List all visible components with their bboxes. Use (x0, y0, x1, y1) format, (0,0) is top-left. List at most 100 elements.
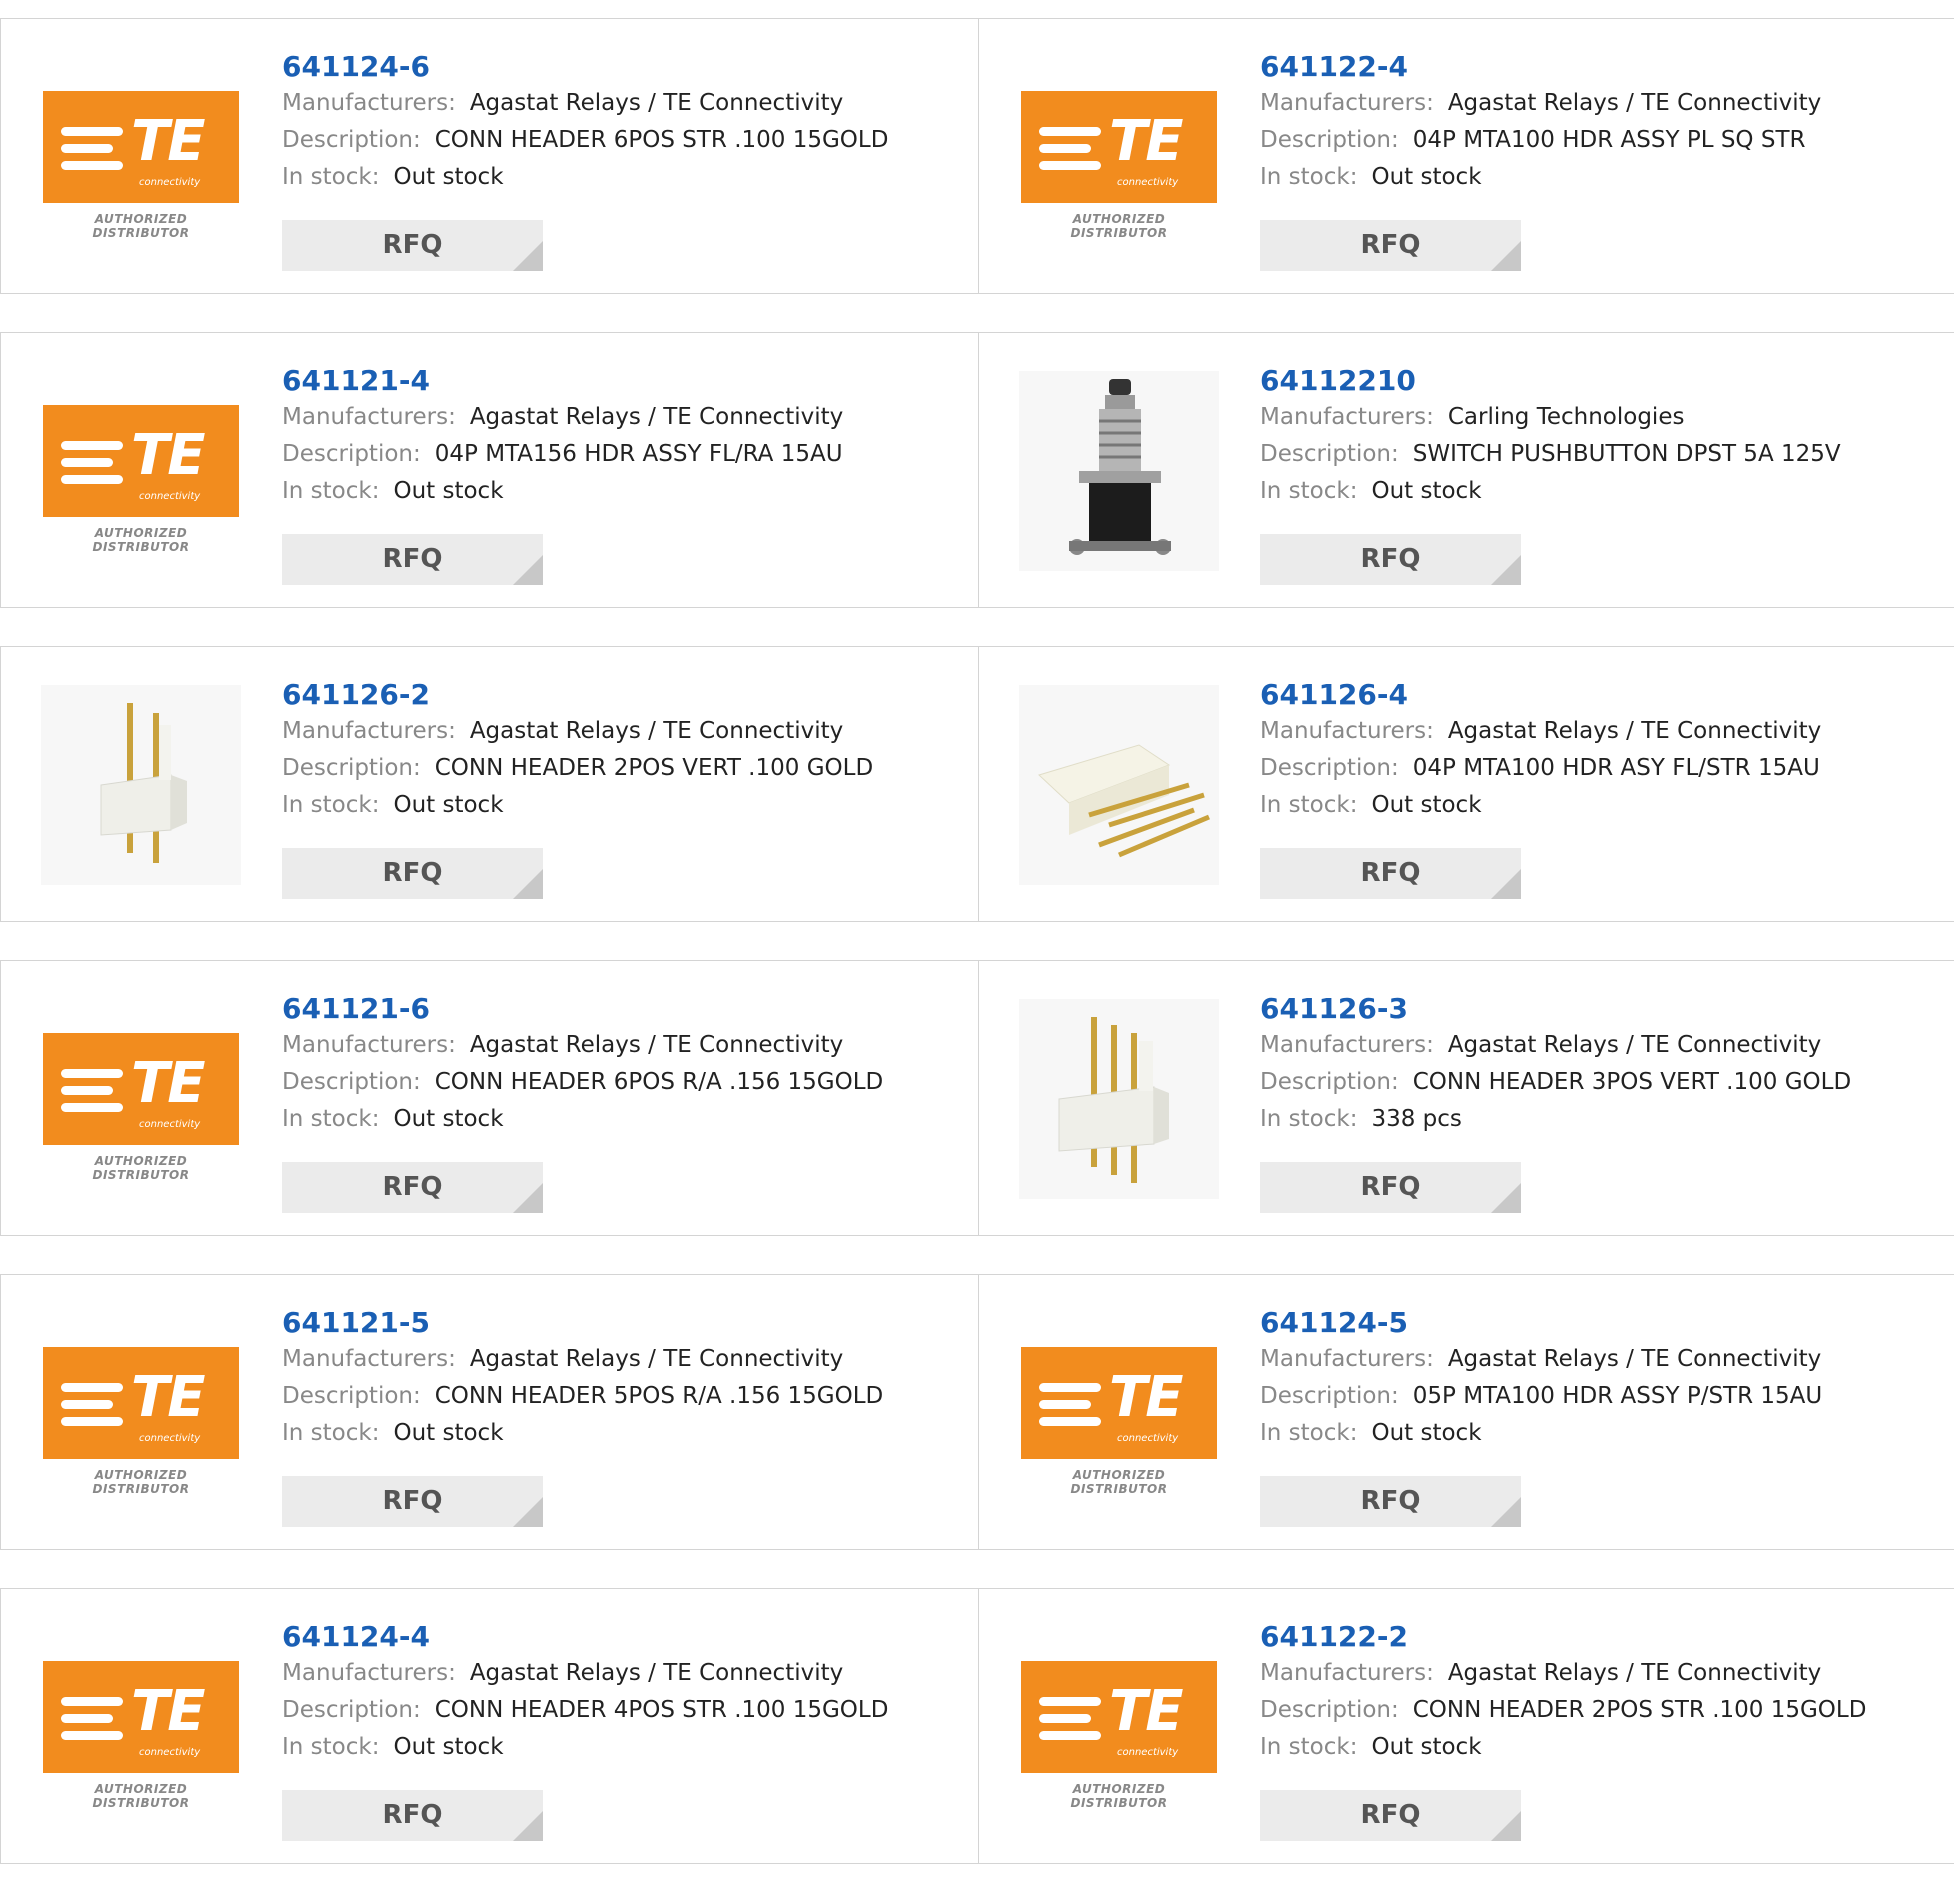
part-number-link[interactable]: 641124-4 (282, 1619, 942, 1655)
rfq-button[interactable]: RFQ (1260, 1162, 1521, 1213)
part-number-link[interactable]: 641126-4 (1260, 677, 1920, 713)
rfq-button[interactable]: RFQ (1260, 1790, 1521, 1841)
product-info: 641126-4 Manufacturers: Agastat Relays / … (1260, 677, 1920, 824)
product-thumbnail[interactable] (41, 685, 241, 885)
product-thumbnail[interactable]: TE connectivity AUTHORIZED DISTRIBUTOR (41, 57, 241, 257)
product-card: 641126-3 Manufacturers: Agastat Relays / … (979, 961, 1954, 1235)
te-wordmark: TE (131, 423, 205, 488)
manufacturer-line: Manufacturers: Agastat Relays / TE Connec… (282, 713, 942, 750)
corner-fold-icon (513, 1497, 543, 1527)
product-thumbnail[interactable]: TE connectivity AUTHORIZED DISTRIBUTOR (41, 371, 241, 571)
te-logo-bars (61, 441, 123, 492)
part-number-link[interactable]: 641124-5 (1260, 1305, 1920, 1341)
manufacturer-value: Agastat Relays / TE Connectivity (469, 90, 844, 116)
manufacturer-label: Manufacturers: (282, 404, 456, 430)
stock-label: In stock: (282, 1106, 380, 1132)
te-connectivity-logo: TE connectivity AUTHORIZED DISTRIBUTOR (41, 1627, 241, 1827)
manufacturer-line: Manufacturers: Agastat Relays / TE Connec… (1260, 85, 1920, 122)
corner-fold-icon (1491, 1497, 1521, 1527)
description-label: Description: (1260, 441, 1399, 467)
rfq-button[interactable]: RFQ (1260, 220, 1521, 271)
part-number-link[interactable]: 641126-3 (1260, 991, 1920, 1027)
product-info: 641124-4 Manufacturers: Agastat Relays / … (282, 1619, 942, 1766)
te-connectivity-logo: TE connectivity AUTHORIZED DISTRIBUTOR (41, 1313, 241, 1513)
te-wordmark: TE (131, 1679, 205, 1744)
rfq-button[interactable]: RFQ (1260, 534, 1521, 585)
te-wordmark: TE (1109, 1365, 1183, 1430)
product-card: 641126-2 Manufacturers: Agastat Relays / … (0, 647, 979, 921)
rfq-button[interactable]: RFQ (282, 220, 543, 271)
rfq-label: RFQ (382, 230, 443, 260)
rfq-button[interactable]: RFQ (1260, 848, 1521, 899)
manufacturer-line: Manufacturers: Agastat Relays / TE Connec… (1260, 1341, 1920, 1378)
description-value: CONN HEADER 3POS VERT .100 GOLD (1412, 1069, 1852, 1095)
rfq-button[interactable]: RFQ (282, 534, 543, 585)
product-card: TE connectivity AUTHORIZED DISTRIBUTOR 6… (979, 1275, 1954, 1549)
description-line: Description: 04P MTA100 HDR ASSY PL SQ ST… (1260, 122, 1920, 159)
te-connectivity-logo: TE connectivity AUTHORIZED DISTRIBUTOR (41, 371, 241, 571)
product-thumbnail[interactable]: TE connectivity AUTHORIZED DISTRIBUTOR (41, 1627, 241, 1827)
corner-fold-icon (1491, 1183, 1521, 1213)
rfq-label: RFQ (1360, 1800, 1421, 1830)
te-wordmark: TE (131, 1365, 205, 1430)
rfq-button[interactable]: RFQ (282, 1790, 543, 1841)
product-thumbnail[interactable]: TE connectivity AUTHORIZED DISTRIBUTOR (1019, 1627, 1219, 1827)
te-logo-bars (1039, 127, 1101, 178)
product-card: TE connectivity AUTHORIZED DISTRIBUTOR 6… (0, 1275, 979, 1549)
product-thumbnail[interactable] (1019, 999, 1219, 1199)
description-value: CONN HEADER 4POS STR .100 15GOLD (434, 1697, 889, 1723)
te-connectivity-logo: TE connectivity AUTHORIZED DISTRIBUTOR (41, 57, 241, 257)
product-thumbnail[interactable]: TE connectivity AUTHORIZED DISTRIBUTOR (1019, 1313, 1219, 1513)
product-grid: TE connectivity AUTHORIZED DISTRIBUTOR 6… (0, 18, 1954, 1902)
stock-value: Out stock (1371, 1420, 1482, 1446)
part-number-link[interactable]: 641124-6 (282, 49, 942, 85)
part-number-link[interactable]: 641122-4 (1260, 49, 1920, 85)
part-number-link[interactable]: 641122-2 (1260, 1619, 1920, 1655)
product-row: TE connectivity AUTHORIZED DISTRIBUTOR 6… (0, 960, 1954, 1236)
stock-label: In stock: (282, 164, 380, 190)
manufacturer-line: Manufacturers: Agastat Relays / TE Connec… (282, 85, 942, 122)
description-label: Description: (1260, 1697, 1399, 1723)
stock-value: Out stock (393, 792, 504, 818)
te-logo-bars (61, 127, 123, 178)
product-card: TE connectivity AUTHORIZED DISTRIBUTOR 6… (979, 19, 1954, 293)
product-row: TE connectivity AUTHORIZED DISTRIBUTOR 6… (0, 1274, 1954, 1550)
product-thumbnail[interactable]: TE connectivity AUTHORIZED DISTRIBUTOR (41, 999, 241, 1199)
description-line: Description: CONN HEADER 5POS R/A .156 15… (282, 1378, 942, 1415)
manufacturer-value: Agastat Relays / TE Connectivity (469, 1032, 844, 1058)
rfq-button[interactable]: RFQ (282, 1476, 543, 1527)
authorized-distributor-text: AUTHORIZED DISTRIBUTOR (1070, 1468, 1168, 1496)
rfq-button[interactable]: RFQ (282, 848, 543, 899)
description-value: CONN HEADER 2POS VERT .100 GOLD (434, 755, 874, 781)
part-number-link[interactable]: 641121-4 (282, 363, 942, 399)
product-info: 64112210 Manufacturers: Carling Technolog… (1260, 363, 1920, 510)
description-line: Description: CONN HEADER 2POS VERT .100 G… (282, 750, 942, 787)
stock-line: In stock: Out stock (282, 1101, 942, 1138)
part-number-link[interactable]: 641121-5 (282, 1305, 942, 1341)
description-label: Description: (282, 1697, 421, 1723)
stock-label: In stock: (1260, 792, 1358, 818)
te-logo-box: TE connectivity (43, 1347, 239, 1459)
rfq-label: RFQ (382, 1486, 443, 1516)
te-logo-bars (61, 1069, 123, 1120)
product-thumbnail[interactable] (1019, 371, 1219, 571)
manufacturer-label: Manufacturers: (1260, 718, 1434, 744)
description-line: Description: SWITCH PUSHBUTTON DPST 5A 12… (1260, 436, 1920, 473)
rfq-label: RFQ (1360, 1172, 1421, 1202)
part-number-link[interactable]: 64112210 (1260, 363, 1920, 399)
product-card: TE connectivity AUTHORIZED DISTRIBUTOR 6… (979, 1589, 1954, 1863)
rfq-button[interactable]: RFQ (282, 1162, 543, 1213)
corner-fold-icon (513, 555, 543, 585)
part-number-link[interactable]: 641121-6 (282, 991, 942, 1027)
product-info: 641122-2 Manufacturers: Agastat Relays / … (1260, 1619, 1920, 1766)
manufacturer-value: Agastat Relays / TE Connectivity (1447, 1032, 1822, 1058)
stock-label: In stock: (1260, 1420, 1358, 1446)
part-number-link[interactable]: 641126-2 (282, 677, 942, 713)
product-info: 641121-4 Manufacturers: Agastat Relays / … (282, 363, 942, 510)
manufacturer-value: Agastat Relays / TE Connectivity (1447, 1660, 1822, 1686)
product-thumbnail[interactable]: TE connectivity AUTHORIZED DISTRIBUTOR (1019, 57, 1219, 257)
description-label: Description: (1260, 1069, 1399, 1095)
rfq-button[interactable]: RFQ (1260, 1476, 1521, 1527)
product-thumbnail[interactable]: TE connectivity AUTHORIZED DISTRIBUTOR (41, 1313, 241, 1513)
product-thumbnail[interactable] (1019, 685, 1219, 885)
